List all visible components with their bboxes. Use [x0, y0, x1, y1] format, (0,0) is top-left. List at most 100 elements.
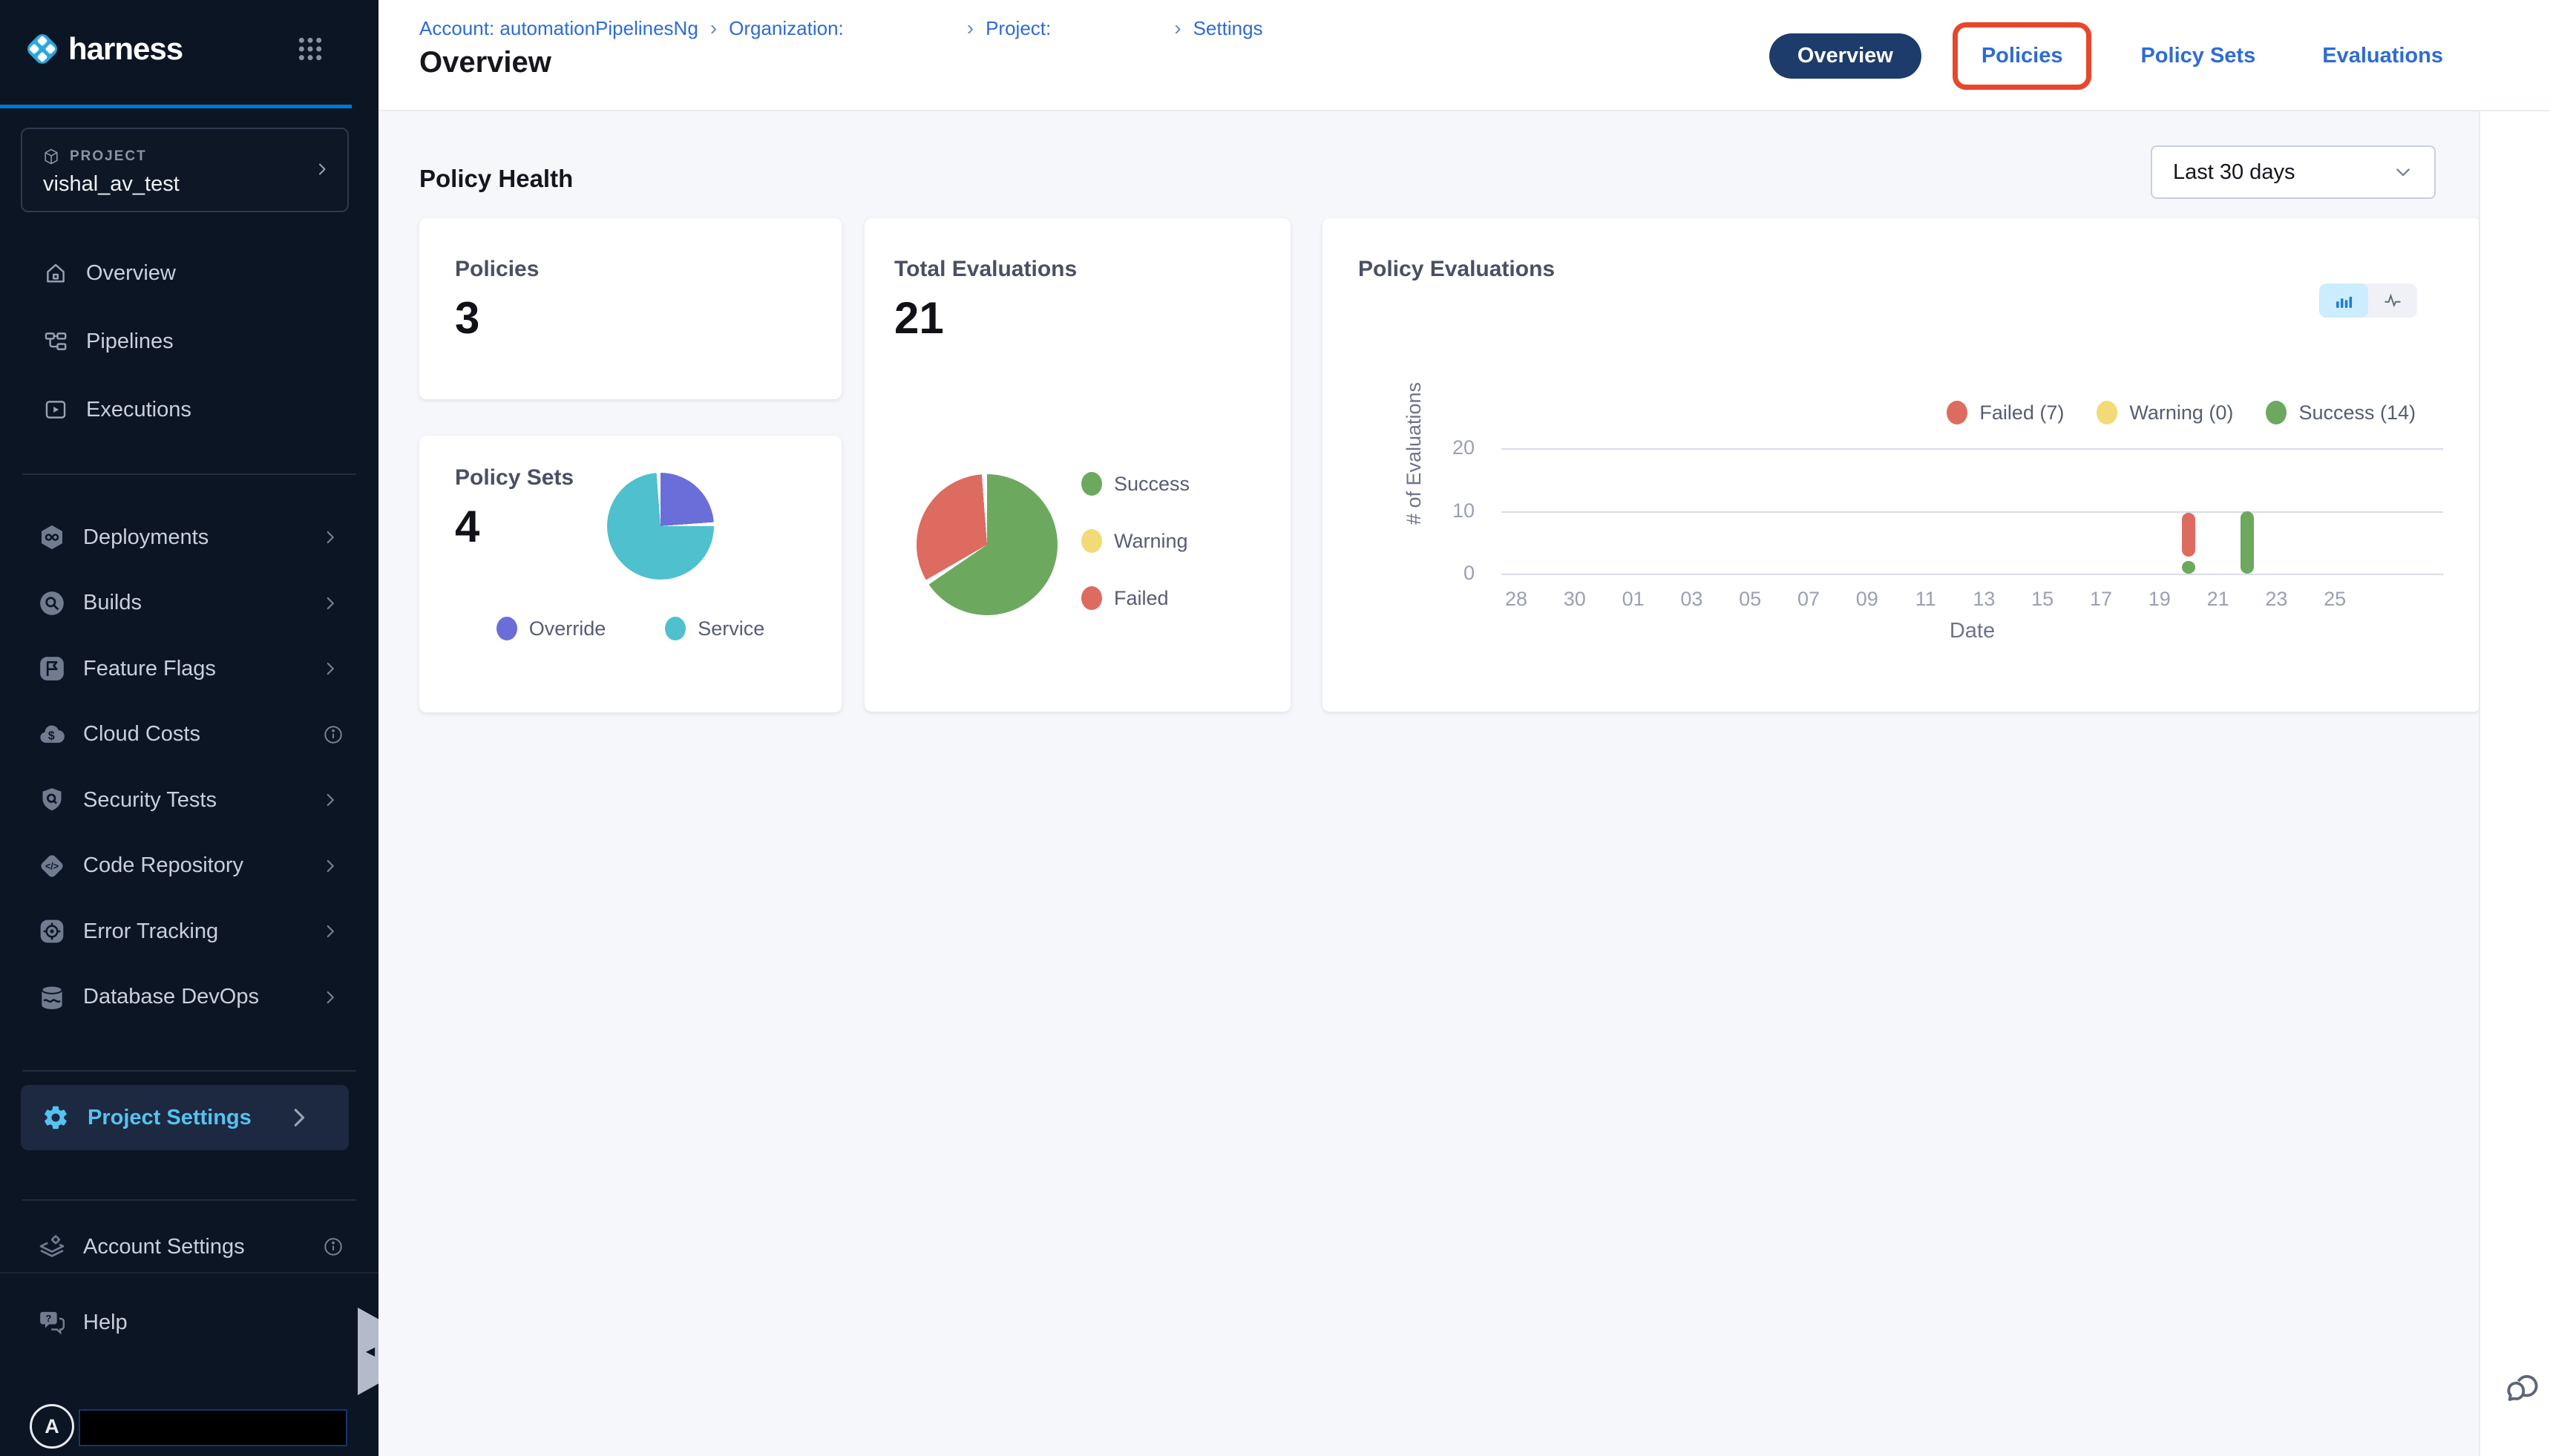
sidebar-item-error-tracking[interactable]: Error Tracking	[0, 899, 378, 965]
sidebar-item-project-settings[interactable]: Project Settings	[21, 1085, 349, 1150]
sidebar-item-overview[interactable]: Overview	[0, 239, 378, 307]
total-evaluations-card: Total Evaluations 21 SuccessWarningFaile…	[865, 218, 1291, 712]
svg-text:?: ?	[45, 1313, 51, 1324]
harness-app: harness PROJECT vishal_av_test Overview P…	[0, 0, 2550, 1456]
info-icon[interactable]	[322, 724, 344, 746]
home-icon	[43, 260, 68, 286]
gridline	[1501, 574, 2443, 575]
main-content: Policy Health Last 30 days Policies 3 To…	[378, 111, 2479, 1456]
sidebar-divider	[22, 473, 356, 475]
policy-sets-card: Policy Sets 4 OverrideService	[419, 436, 842, 712]
accent-divider	[0, 105, 352, 108]
sidebar-item-label: Builds	[83, 591, 142, 615]
total-evaluations-legend-item: Failed	[1081, 586, 1169, 610]
sidebar-item-label: Account Settings	[83, 1235, 245, 1259]
builds-icon	[37, 588, 67, 618]
chevron-right-icon	[321, 790, 340, 810]
sidebar-item-code-repository[interactable]: </> Code Repository	[0, 833, 378, 899]
code-repository-icon: </>	[37, 851, 67, 881]
sidebar-nav: Overview Pipelines Executions	[0, 239, 378, 444]
chevron-right-icon: ›	[1174, 16, 1181, 40]
sidebar: harness PROJECT vishal_av_test Overview P…	[0, 0, 378, 1456]
avatar[interactable]: A	[30, 1404, 74, 1449]
sidebar-item-label: Code Repository	[83, 853, 243, 878]
sidebar-item-pipelines[interactable]: Pipelines	[0, 307, 378, 376]
chart-bar-failed-day-20	[2182, 513, 2195, 557]
project-label: PROJECT	[70, 148, 147, 165]
tab-overview[interactable]: Overview	[1769, 33, 1921, 79]
sidebar-item-cloud-costs[interactable]: $Cloud Costs	[0, 702, 378, 768]
tab-policies[interactable]: Policies	[1953, 22, 2092, 90]
gear-icon	[42, 1104, 70, 1132]
sidebar-item-label: Security Tests	[83, 788, 217, 813]
breadcrumb-item[interactable]: Project:	[986, 17, 1162, 40]
date-range-select[interactable]: Last 30 days	[2151, 145, 2436, 199]
logo-wordmark: harness	[68, 31, 183, 67]
x-tick-label: 01	[1607, 588, 1659, 611]
legend-dot	[665, 617, 686, 640]
sidebar-item-label: Pipelines	[86, 329, 174, 354]
chevron-right-icon	[321, 659, 340, 678]
support-chat-icon[interactable]	[2503, 1367, 2543, 1407]
svg-text:</>: </>	[45, 861, 59, 871]
chevron-right-icon	[321, 594, 340, 613]
chevron-right-icon	[285, 1104, 313, 1132]
chart-bar-success-day-20	[2182, 561, 2195, 574]
sidebar-item-executions[interactable]: Executions	[0, 376, 378, 444]
section-title: Policy Health	[419, 165, 573, 193]
chevron-right-icon: ›	[710, 16, 717, 40]
tab-evaluations[interactable]: Evaluations	[2304, 33, 2461, 79]
legend-label: Service	[698, 617, 764, 640]
page-title: Overview	[419, 46, 551, 79]
tab-policy-sets[interactable]: Policy Sets	[2123, 33, 2273, 79]
policy-sets-legend: Override Service	[419, 617, 842, 640]
policies-count: 3	[455, 292, 479, 344]
sidebar-item-deployments[interactable]: Deployments	[0, 505, 378, 571]
sidebar-item-label: Project Settings	[88, 1106, 252, 1130]
sidebar-item-label: Help	[83, 1311, 128, 1335]
y-tick-label: 0	[1423, 562, 1475, 585]
cube-icon	[42, 147, 61, 166]
sidebar-item-builds[interactable]: Builds	[0, 571, 378, 637]
legend-label: Override	[529, 617, 606, 640]
pipelines-icon	[43, 329, 68, 354]
sidebar-item-label: Database DevOps	[83, 985, 259, 1009]
legend-label: Failed	[1114, 587, 1169, 610]
sidebar-item-security-tests[interactable]: Security Tests	[0, 767, 378, 833]
breadcrumb: Account: automationPipelinesNg › Organizat…	[419, 16, 1263, 40]
total-evaluations-pie-chart	[917, 474, 1058, 615]
breadcrumb-item[interactable]: Settings	[1193, 17, 1263, 40]
info-icon[interactable]	[322, 1236, 344, 1258]
total-evaluations-legend-item: Warning	[1081, 529, 1188, 553]
logo[interactable]: harness	[21, 27, 358, 71]
sidebar-item-database-devops[interactable]: Database DevOps	[0, 965, 378, 1031]
sidebar-item-help[interactable]: ? Help	[0, 1290, 378, 1355]
x-tick-label: 21	[2192, 588, 2244, 611]
x-tick-label: 09	[1841, 588, 1893, 611]
sidebar-item-account-settings[interactable]: Account Settings	[0, 1214, 378, 1279]
harness-logo-icon	[21, 27, 64, 70]
security-tests-icon	[37, 785, 67, 815]
x-tick-label: 15	[2016, 588, 2068, 611]
sidebar-divider	[22, 1070, 356, 1072]
policy-evaluations-plot: # of Evaluations Date 010202830010305070…	[1322, 218, 2481, 712]
chevron-right-icon	[321, 528, 340, 547]
date-range-value: Last 30 days	[2173, 160, 2393, 185]
breadcrumb-item[interactable]: Account: automationPipelinesNg	[419, 17, 698, 40]
policy-sets-legend-item: Override	[496, 617, 606, 640]
error-tracking-icon	[37, 916, 67, 946]
project-selector[interactable]: PROJECT vishal_av_test	[21, 128, 349, 212]
breadcrumb-item[interactable]: Organization:	[729, 17, 955, 40]
chevron-down-icon	[2393, 162, 2413, 183]
chevron-right-icon	[321, 988, 340, 1007]
x-tick-label: 23	[2250, 588, 2302, 611]
module-grid-icon[interactable]	[295, 34, 325, 64]
right-gutter	[2479, 111, 2550, 1456]
sidebar-item-feature-flags[interactable]: Feature Flags	[0, 636, 378, 702]
legend-dot	[1081, 472, 1102, 496]
policy-sets-legend-item: Service	[665, 617, 764, 640]
chevron-right-icon	[313, 160, 331, 178]
project-name: vishal_av_test	[43, 172, 180, 197]
sidebar-item-label: Error Tracking	[83, 919, 218, 944]
card-title: Policy Sets	[455, 465, 574, 491]
